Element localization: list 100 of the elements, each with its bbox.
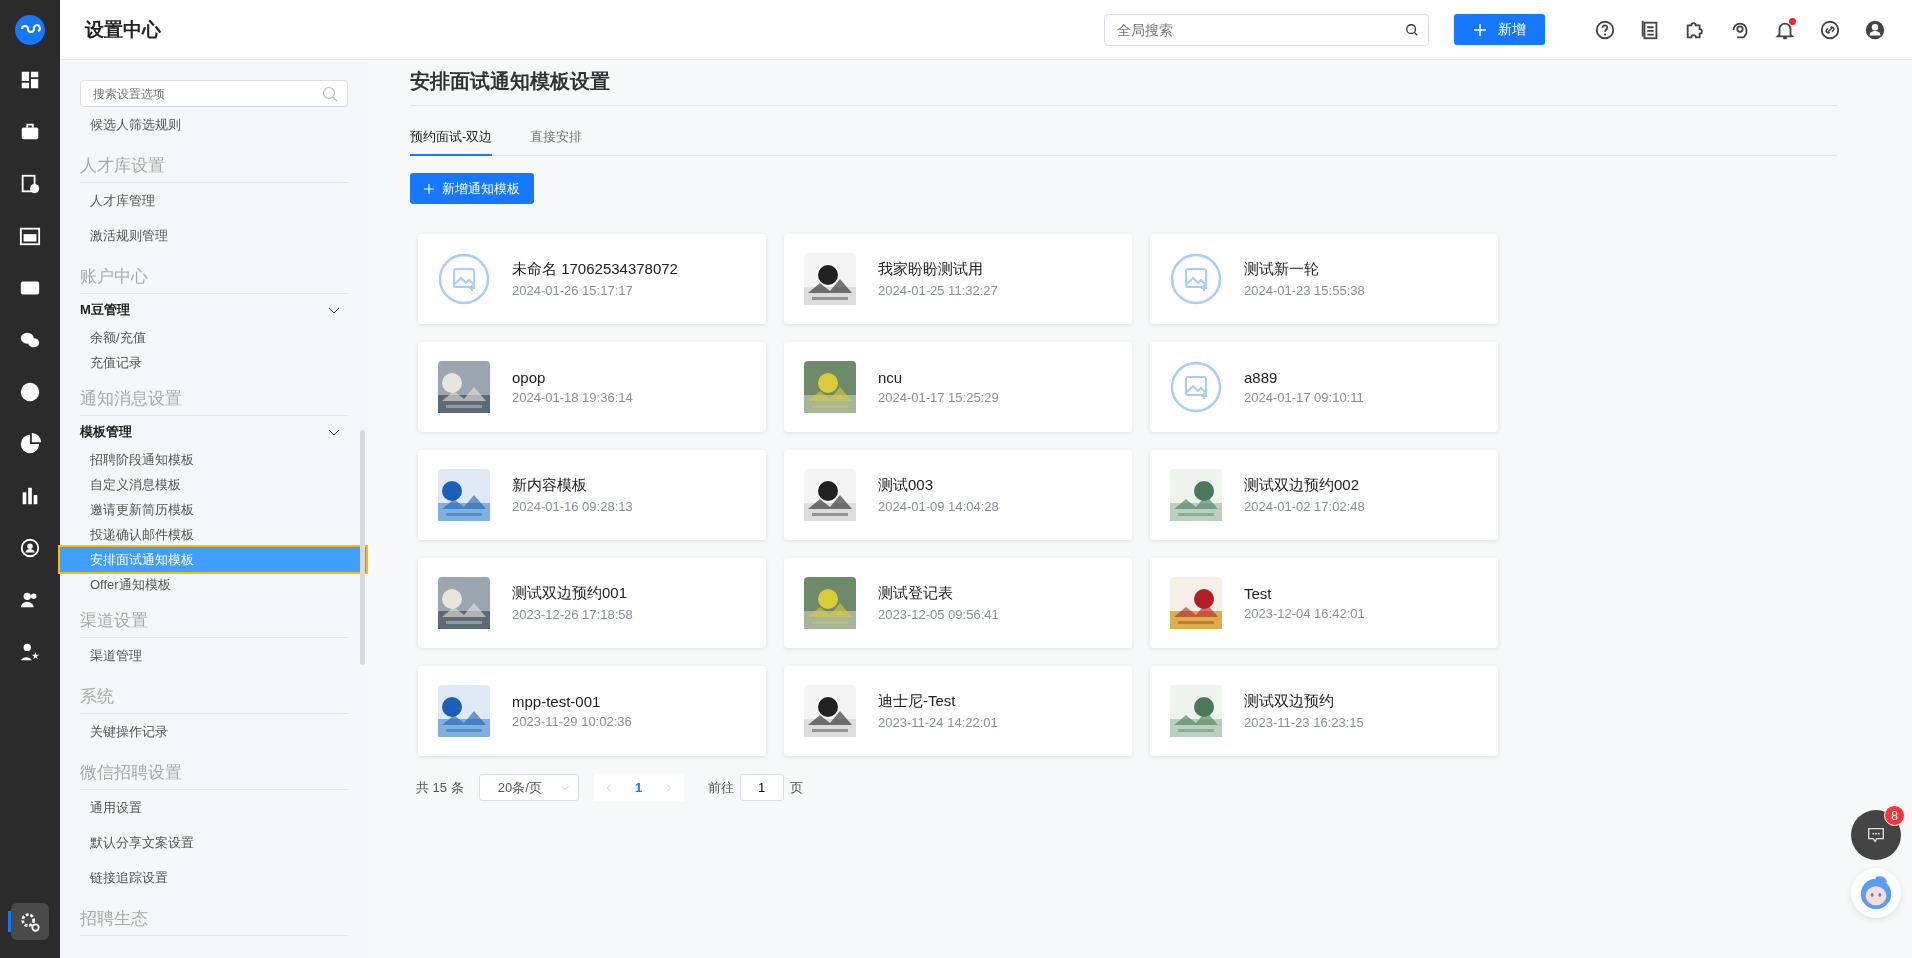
scrollbar[interactable] [360,430,365,665]
section-heading: 人才库设置 [80,142,348,183]
new-button[interactable]: 新增 [1454,14,1545,45]
page-size-select[interactable]: 20条/页 [478,774,579,801]
card-date: 2024-01-25 11:32:27 [878,283,998,298]
rail-nav-item[interactable] [11,903,49,940]
search-icon [1405,22,1419,37]
card-date: 2023-12-26 17:18:58 [512,607,633,622]
settings-icon [19,910,41,933]
page-number[interactable]: 1 [623,780,654,795]
card-date: 2023-12-05 09:56:41 [878,607,999,622]
card-title: 测试双边预约002 [1244,476,1361,495]
sidebar-item[interactable]: 余额/充值 [80,325,348,350]
card-date: 2024-01-23 15:55:38 [1244,283,1365,298]
template-card[interactable]: 迪士尼-Test 2023-11-24 14:22:01 [784,666,1132,756]
template-card[interactable]: 未命名 17062534378072 2024-01-26 15:17:17 [418,234,766,324]
template-card[interactable]: opop 2024-01-18 19:36:14 [418,342,766,432]
card-date: 2024-01-16 09:28:13 [512,499,633,514]
image-placeholder-icon [1170,253,1222,305]
card-date: 2024-01-26 15:17:17 [512,283,634,298]
template-card[interactable]: ncu 2024-01-17 15:25:29 [784,342,1132,432]
template-card[interactable]: a889 2024-01-17 09:10:11 [1150,342,1498,432]
section-heading: 账户中心 [80,253,348,294]
card-title: Test [1244,585,1273,602]
sidebar-item[interactable]: 关键操作记录 [80,714,348,749]
unread-dot [1789,17,1796,25]
sidebar-item[interactable]: 渠道管理 [80,638,348,673]
sidebar-item[interactable]: 自定义消息模板 [80,472,348,497]
chat-button[interactable] [1851,810,1901,860]
card-title: 迪士尼-Test [878,692,957,711]
pie-icon [19,432,41,455]
assistant-button[interactable] [1851,868,1901,918]
sidebar-item[interactable]: 激活规则管理 [80,218,348,253]
card-title: 测试双边预约 [1244,692,1335,711]
card-date: 2024-01-09 14:04:28 [878,499,999,514]
help-icon [1594,18,1616,41]
user-icon [1864,18,1886,41]
section-heading: 通知消息设置 [80,375,348,416]
bell-button[interactable] [1773,17,1797,42]
card-title: mpp-test-001 [512,693,602,710]
card-title: 我家盼盼测试用 [878,260,984,279]
page-unit: 页 [789,778,803,797]
card-date: 2024-01-17 15:25:29 [878,390,999,405]
goto-label: 前往 [707,778,734,797]
total-count: 共 15 条 [416,778,464,797]
settings-search-field[interactable]: 搜索设置选项 [80,80,348,107]
sidebar-item[interactable]: 链接追踪设置 [80,860,348,895]
sidebar-item[interactable]: 投递确认邮件模板 [80,522,348,547]
template-card[interactable]: 新内容模板 2024-01-16 09:28:13 [418,450,766,540]
sidebar-item[interactable]: 招聘阶段通知模板 [80,447,348,472]
template-card[interactable]: 测试新一轮 2024-01-23 15:55:38 [1150,234,1498,324]
app-title: 设置中心 [85,17,162,42]
card-date: 2023-12-04 16:42:01 [1244,606,1365,621]
template-card[interactable]: 测试双边预约002 2024-01-02 17:02:48 [1150,450,1498,540]
sidebar-item[interactable]: 通用设置 [80,790,348,825]
card-date: 2023-11-29 10:02:36 [512,714,632,729]
section-heading: 微信招聘设置 [80,749,348,790]
template-card[interactable]: 我家盼盼测试用 2024-01-25 11:32:27 [784,234,1132,324]
link-icon [1819,18,1841,41]
sidebar-item[interactable]: Offer通知模板 [80,572,348,597]
template-card[interactable]: 测试双边预约 2023-11-23 16:23:15 [1150,666,1498,756]
add-template-button[interactable]: 新增通知模板 [410,173,534,204]
sidebar-group[interactable]: M豆管理 [80,294,348,325]
logo-icon[interactable] [15,15,45,45]
sidebar-item[interactable]: 候选人筛选规则 [80,107,348,142]
card-title: 测试双边预约001 [512,584,629,603]
template-card[interactable]: mpp-test-001 2023-11-29 10:02:36 [418,666,766,756]
global-search-field[interactable]: 全局搜索 [1104,13,1429,46]
template-card[interactable]: 测试登记表 2023-12-05 09:56:41 [784,558,1132,648]
card-date: 2023-11-24 14:22:01 [878,715,998,730]
plus-icon [1473,23,1486,36]
card-date: 2023-11-23 16:23:15 [1244,715,1364,730]
card-title: 未命名 17062534378072 [512,260,678,279]
sidebar-item[interactable]: 默认分享文案设置 [80,825,348,860]
person-circle-icon [19,536,41,559]
tab[interactable]: 预约面试-双边 [410,124,493,156]
sidebar-item[interactable]: 人才库管理 [80,183,348,218]
section-heading: 招聘生态 [80,895,348,936]
template-card[interactable]: Test 2023-12-04 16:42:01 [1150,558,1498,648]
card-date: 2024-01-02 17:02:48 [1244,499,1365,514]
section-heading: 系统 [80,673,348,714]
sidebar-item[interactable]: 充值记录 [80,350,348,375]
section-heading: 渠道设置 [80,597,348,638]
notification-badge: 8 [1884,805,1905,826]
card-date: 2024-01-17 09:10:11 [1244,390,1364,405]
search-icon [322,85,338,102]
image-placeholder-icon [438,253,490,305]
plus-icon [424,183,434,194]
sidebar-item[interactable]: 邀请更新简历模板 [80,497,348,522]
card-title: 测试登记表 [878,584,954,603]
card-title: a889 [1244,369,1279,386]
card-title: 测试新一轮 [1244,260,1320,279]
template-card[interactable]: 测试003 2024-01-09 14:04:28 [784,450,1132,540]
sidebar-group[interactable]: 模板管理 [80,416,348,447]
template-card[interactable]: 测试双边预约001 2023-12-26 17:18:58 [418,558,766,648]
tab[interactable]: 直接安排 [530,124,583,156]
image-placeholder-icon [1170,361,1222,413]
card-title: ncu [878,369,904,386]
card-title: 测试003 [878,476,935,495]
page-input[interactable]: 1 [739,774,784,801]
